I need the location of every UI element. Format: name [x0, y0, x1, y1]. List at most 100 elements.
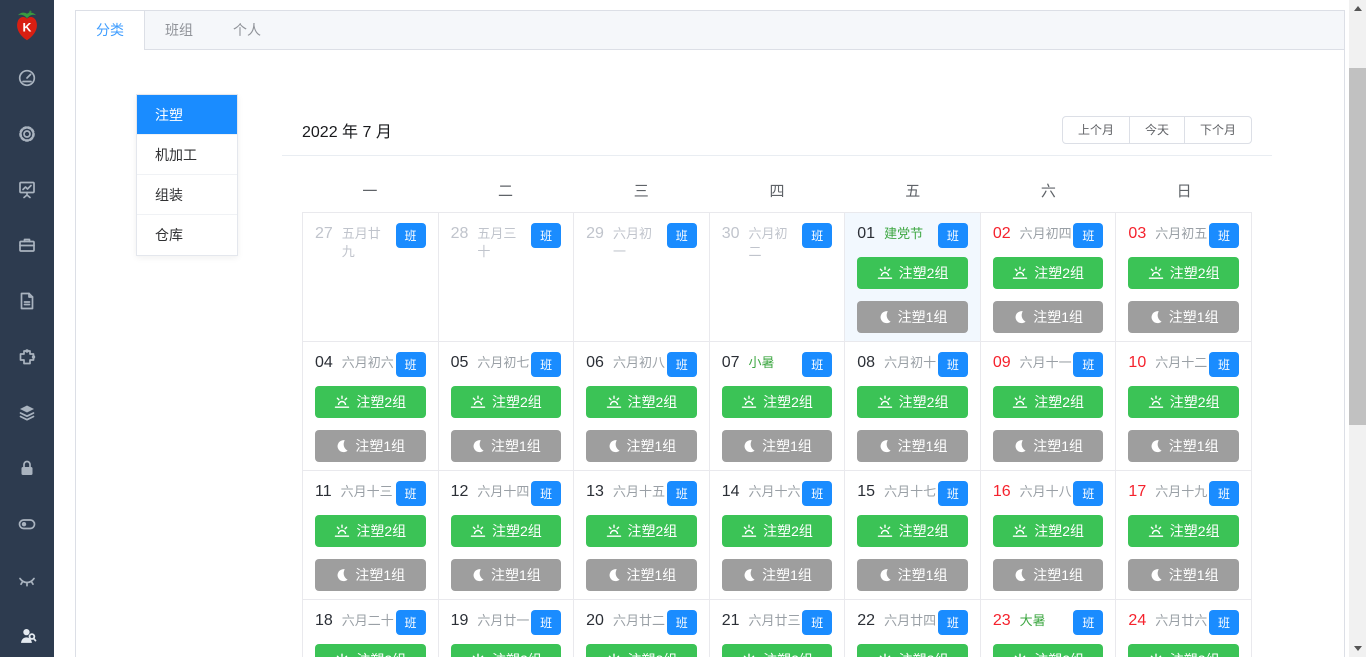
- tab[interactable]: 班组: [145, 11, 213, 49]
- day-shift-button[interactable]: 注塑2组: [721, 515, 833, 547]
- night-shift-button[interactable]: 注塑1组: [1128, 430, 1239, 462]
- shift-badge-button[interactable]: 班: [1073, 481, 1104, 506]
- night-shift-button[interactable]: 注塑1组: [721, 430, 833, 462]
- shift-badge-button[interactable]: 班: [395, 223, 426, 248]
- day-shift-button[interactable]: 注塑2组: [1128, 257, 1239, 289]
- calendar-day-cell[interactable]: 22 六月廿四 班 注塑2组: [845, 600, 981, 657]
- calendar-day-cell[interactable]: 01 建党节 班 注塑2组 注塑1组: [845, 213, 981, 342]
- today-button[interactable]: 今天: [1128, 115, 1185, 144]
- day-shift-button[interactable]: 注塑2组: [450, 644, 562, 657]
- shift-badge-button[interactable]: 班: [1073, 352, 1104, 377]
- day-shift-button[interactable]: 注塑2组: [315, 386, 426, 418]
- shift-badge-button[interactable]: 班: [1208, 481, 1239, 506]
- calendar-day-cell[interactable]: 27 五月廿九 班 注塑2组: [303, 213, 439, 342]
- night-shift-button[interactable]: 注塑1组: [450, 430, 562, 462]
- night-shift-button[interactable]: 注塑1组: [992, 301, 1104, 333]
- day-shift-button[interactable]: 注塑2组: [586, 644, 697, 657]
- calendar-day-cell[interactable]: 14 六月十六 班 注塑2组 注塑1组: [709, 471, 846, 600]
- night-shift-button[interactable]: 注塑1组: [315, 559, 426, 591]
- night-shift-button[interactable]: 注塑1组: [450, 559, 562, 591]
- night-shift-button[interactable]: 注塑1组: [992, 559, 1104, 591]
- category-item[interactable]: 组装: [137, 175, 237, 215]
- calendar-day-cell[interactable]: 02 六月初四 班 注塑2组 注塑1组: [980, 213, 1117, 342]
- shift-badge-button[interactable]: 班: [1208, 610, 1239, 635]
- day-shift-button[interactable]: 注塑2组: [721, 644, 833, 657]
- sidebar-item-layers[interactable]: [0, 385, 54, 441]
- shift-badge-button[interactable]: 班: [531, 223, 562, 248]
- day-shift-button[interactable]: 注塑2组: [992, 515, 1104, 547]
- prev-month-button[interactable]: 上个月: [1061, 115, 1130, 144]
- category-item[interactable]: 注塑: [137, 95, 237, 135]
- night-shift-button[interactable]: 注塑1组: [586, 430, 697, 462]
- shift-badge-button[interactable]: 班: [666, 481, 697, 506]
- night-shift-button[interactable]: 注塑1组: [1128, 559, 1239, 591]
- day-shift-button[interactable]: 注塑2组: [857, 257, 968, 289]
- shift-badge-button[interactable]: 班: [666, 610, 697, 635]
- day-shift-button[interactable]: 注塑2组: [1128, 515, 1239, 547]
- sidebar-item-hide[interactable]: [0, 552, 54, 608]
- calendar-day-cell[interactable]: 05 六月初七 班 注塑2组 注塑1组: [438, 342, 575, 471]
- sidebar-item-briefcase[interactable]: [0, 217, 54, 273]
- shift-badge-button[interactable]: 班: [1208, 352, 1239, 377]
- calendar-day-cell[interactable]: 15 六月十七 班 注塑2组 注塑1组: [845, 471, 981, 600]
- shift-badge-button[interactable]: 班: [395, 610, 426, 635]
- category-item[interactable]: 机加工: [137, 135, 237, 175]
- calendar-day-cell[interactable]: 20 六月廿二 班 注塑2组: [574, 600, 710, 657]
- night-shift-button[interactable]: 注塑1组: [721, 559, 833, 591]
- shift-badge-button[interactable]: 班: [802, 352, 833, 377]
- calendar-day-cell[interactable]: 06 六月初八 班 注塑2组 注塑1组: [574, 342, 710, 471]
- calendar-day-cell[interactable]: 12 六月十四 班 注塑2组 注塑1组: [438, 471, 575, 600]
- day-shift-button[interactable]: 注塑2组: [586, 515, 697, 547]
- shift-badge-button[interactable]: 班: [937, 352, 968, 377]
- day-shift-button[interactable]: 注塑2组: [992, 644, 1104, 657]
- shift-badge-button[interactable]: 班: [937, 223, 968, 248]
- shift-badge-button[interactable]: 班: [802, 481, 833, 506]
- day-shift-button[interactable]: 注塑2组: [992, 257, 1104, 289]
- night-shift-button[interactable]: 注塑1组: [1128, 301, 1239, 333]
- night-shift-button[interactable]: 注塑1组: [992, 430, 1104, 462]
- shift-badge-button[interactable]: 班: [531, 481, 562, 506]
- day-shift-button[interactable]: 注塑2组: [992, 386, 1104, 418]
- app-logo[interactable]: K: [0, 0, 54, 50]
- calendar-day-cell[interactable]: 29 六月初一 班 注塑2组: [574, 213, 710, 342]
- tab[interactable]: 分类: [76, 11, 145, 50]
- shift-badge-button[interactable]: 班: [1208, 223, 1239, 248]
- day-shift-button[interactable]: 注塑2组: [315, 644, 426, 657]
- day-shift-button[interactable]: 注塑2组: [857, 515, 968, 547]
- calendar-day-cell[interactable]: 19 六月廿一 班 注塑2组: [438, 600, 575, 657]
- day-shift-button[interactable]: 注塑2组: [1128, 386, 1239, 418]
- sidebar-item-dashboard[interactable]: [0, 50, 54, 106]
- calendar-day-cell[interactable]: 07 小暑 班 注塑2组 注塑1组: [709, 342, 846, 471]
- night-shift-button[interactable]: 注塑1组: [857, 301, 968, 333]
- night-shift-button[interactable]: 注塑1组: [857, 430, 968, 462]
- shift-badge-button[interactable]: 班: [531, 352, 562, 377]
- sidebar-item-document[interactable]: [0, 273, 54, 329]
- vertical-scrollbar[interactable]: [1349, 0, 1366, 657]
- shift-badge-button[interactable]: 班: [937, 610, 968, 635]
- calendar-day-cell[interactable]: 10 六月十二 班 注塑2组 注塑1组: [1116, 342, 1252, 471]
- shift-badge-button[interactable]: 班: [395, 352, 426, 377]
- night-shift-button[interactable]: 注塑1组: [315, 430, 426, 462]
- shift-badge-button[interactable]: 班: [802, 610, 833, 635]
- calendar-day-cell[interactable]: 28 五月三十 班 注塑2组: [438, 213, 575, 342]
- shift-badge-button[interactable]: 班: [531, 610, 562, 635]
- sidebar-item-puzzle[interactable]: [0, 329, 54, 385]
- day-shift-button[interactable]: 注塑2组: [450, 386, 562, 418]
- shift-badge-button[interactable]: 班: [395, 481, 426, 506]
- shift-badge-button[interactable]: 班: [666, 352, 697, 377]
- day-shift-button[interactable]: 注塑2组: [1128, 644, 1239, 657]
- day-shift-button[interactable]: 注塑2组: [450, 515, 562, 547]
- day-shift-button[interactable]: 注塑2组: [857, 386, 968, 418]
- calendar-day-cell[interactable]: 09 六月十一 班 注塑2组 注塑1组: [980, 342, 1117, 471]
- calendar-day-cell[interactable]: 11 六月十三 班 注塑2组 注塑1组: [303, 471, 439, 600]
- scrollbar-thumb[interactable]: [1349, 68, 1366, 425]
- calendar-day-cell[interactable]: 03 六月初五 班 注塑2组 注塑1组: [1116, 213, 1252, 342]
- calendar-day-cell[interactable]: 13 六月十五 班 注塑2组 注塑1组: [574, 471, 710, 600]
- day-shift-button[interactable]: 注塑2组: [857, 644, 968, 657]
- sidebar-item-monitor[interactable]: [0, 162, 54, 218]
- calendar-day-cell[interactable]: 08 六月初十 班 注塑2组 注塑1组: [845, 342, 981, 471]
- sidebar-item-lock[interactable]: [0, 441, 54, 497]
- shift-badge-button[interactable]: 班: [802, 223, 833, 248]
- calendar-day-cell[interactable]: 18 六月二十 班 注塑2组: [303, 600, 439, 657]
- shift-badge-button[interactable]: 班: [666, 223, 697, 248]
